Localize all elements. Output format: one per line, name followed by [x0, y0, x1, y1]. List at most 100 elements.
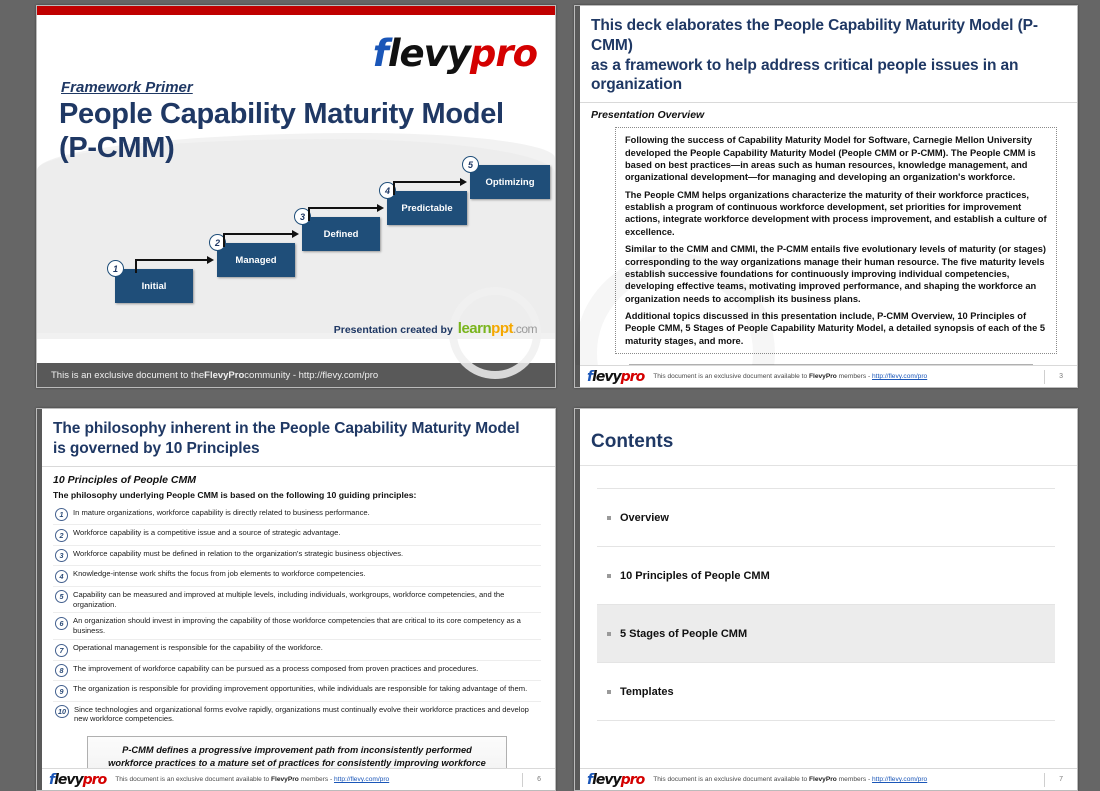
principle-number: 6: [55, 616, 68, 630]
logo-letter-f: f: [372, 32, 389, 75]
footer-mid: members -: [298, 776, 334, 783]
principle-number: 2: [55, 528, 68, 542]
list-item: 10 Since technologies and organizational…: [53, 702, 541, 728]
principle-text: Workforce capability is a competitive is…: [73, 528, 341, 538]
stage-box-5: Optimizing: [470, 165, 550, 199]
stage-label-4: Predictable: [401, 202, 453, 214]
slide3-footer: flevypro This document is an exclusive d…: [37, 768, 555, 790]
toc-item-label: Overview: [620, 511, 669, 524]
slide2-callout: Utilizing the P-CMM framework, an organi…: [629, 364, 1033, 365]
toc-item-templates[interactable]: Templates: [597, 662, 1055, 720]
footer-logo-pro: pro: [620, 771, 646, 788]
principle-text: In mature organizations, workforce capab…: [73, 507, 370, 517]
maturity-staircase-diagram: Initial 1 Managed 2 Defined 3 Predictabl…: [77, 155, 550, 320]
slide3-title-line1: The philosophy inherent in the People Ca…: [53, 420, 520, 437]
toc-item-label: 10 Principles of People CMM: [620, 569, 770, 582]
learnppt-dotcom: .com: [512, 322, 538, 336]
principle-number: 9: [55, 684, 68, 698]
overview-paragraph-1: Following the success of Capability Matu…: [625, 135, 1036, 183]
stage-box-1: Initial: [115, 269, 193, 303]
principle-text: The improvement of workforce capability …: [73, 663, 479, 673]
flevypro-logo-footer: flevypro: [587, 771, 646, 788]
slide2-title-line1: This deck elaborates the People Capabili…: [591, 17, 1038, 54]
principle-text: Since technologies and organizational fo…: [74, 704, 529, 724]
slide2-kicker: Presentation Overview: [591, 109, 705, 122]
toc-bottom-divider: [597, 720, 1055, 721]
footer-disclaimer: This document is an exclusive document a…: [653, 373, 1035, 380]
logo-text-pro: pro: [469, 32, 538, 75]
footer-link[interactable]: http://flevy.com/pro: [872, 776, 927, 783]
stage-number-text-1: 1: [112, 263, 118, 274]
flevypro-logo-footer: flevypro: [49, 771, 108, 788]
stage-label-2: Managed: [235, 254, 277, 266]
cover-footer-brand: FlevyPro: [204, 369, 245, 381]
created-by-credit: Presentation created by learnppt.com: [333, 320, 538, 337]
principles-list: 1 In mature organizations, workforce cap…: [53, 505, 541, 728]
created-by-text: Presentation created by: [333, 324, 453, 336]
overview-paragraph-4: Additional topics discussed in this pres…: [625, 310, 1045, 346]
slide3-title: The philosophy inherent in the People Ca…: [53, 419, 541, 459]
toc-item-five-stages[interactable]: 5 Stages of People CMM: [597, 604, 1055, 662]
slide-contents[interactable]: Contents Overview 10 Principles of Peopl…: [574, 408, 1078, 791]
flevypro-logo: flevypro: [372, 32, 538, 75]
logo-text-levy: levy: [387, 32, 471, 75]
footer-link[interactable]: http://flevy.com/pro: [872, 373, 927, 380]
principle-text: Capability can be measured and improved …: [73, 589, 505, 609]
footer-mid: members -: [836, 776, 872, 783]
cover-title-line1: People Capability Maturity Model: [59, 98, 504, 130]
table-of-contents: Overview 10 Principles of People CMM 5 S…: [575, 466, 1077, 721]
stage-number-text-5: 5: [467, 159, 473, 170]
slide2-title-line2: as a framework to help address critical …: [591, 56, 1019, 94]
square-bullet-icon: [607, 631, 611, 636]
stage-label-5: Optimizing: [485, 176, 535, 188]
slide-ten-principles[interactable]: The philosophy inherent in the People Ca…: [36, 408, 556, 791]
principle-text: Workforce capability must be defined in …: [73, 548, 404, 558]
principle-number: 5: [55, 590, 68, 604]
toc-item-label: 5 Stages of People CMM: [620, 627, 748, 640]
square-bullet-icon: [607, 515, 611, 520]
slide3-header: The philosophy inherent in the People Ca…: [37, 409, 555, 467]
footer-disclaimer: This document is an exclusive document a…: [115, 776, 513, 783]
stage-number-text-4: 4: [384, 185, 390, 196]
list-item: 5 Capability can be measured and improve…: [53, 587, 541, 614]
principle-number: 10: [55, 705, 69, 719]
square-bullet-icon: [607, 689, 611, 694]
footer-link[interactable]: http://flevy.com/pro: [334, 776, 389, 783]
list-item: 2 Workforce capability is a competitive …: [53, 525, 541, 546]
stage-box-4: Predictable: [387, 191, 467, 225]
stage-number-text-3: 3: [299, 211, 305, 222]
toc-item-ten-principles[interactable]: 10 Principles of People CMM: [597, 546, 1055, 604]
footer-logo-levy: levy: [592, 368, 622, 385]
toc-item-overview[interactable]: Overview: [597, 488, 1055, 546]
principle-text: Operational management is responsible fo…: [73, 643, 323, 653]
slide-deck-grid: flevypro Framework Primer People Capabil…: [0, 0, 1100, 791]
stage-label-1: Initial: [141, 280, 167, 292]
footer-mid: members -: [836, 373, 872, 380]
square-bullet-icon: [607, 573, 611, 578]
footer-pre: This document is an exclusive document a…: [653, 373, 809, 380]
list-item: 3 Workforce capability must be defined i…: [53, 546, 541, 567]
list-item: 6 An organization should invest in impro…: [53, 613, 541, 641]
principle-number: 8: [55, 664, 68, 678]
principle-text: The organization is responsible for prov…: [73, 684, 528, 694]
stage-label-3: Defined: [323, 228, 359, 240]
learnppt-logo: learnppt.com: [457, 320, 538, 337]
contents-page-title: Contents: [575, 409, 1077, 466]
stage-box-3: Defined: [302, 217, 380, 251]
slide2-footer: flevypro This document is an exclusive d…: [575, 365, 1077, 387]
footer-disclaimer: This document is an exclusive document a…: [653, 776, 1035, 783]
footer-logo-pro: pro: [82, 771, 108, 788]
overview-paragraph-2: The People CMM helps organizations chara…: [625, 189, 1047, 237]
slide3-body: 10 Principles of People CMM The philosop…: [37, 467, 555, 768]
stage-number-1: 1: [107, 260, 124, 277]
slide-cover[interactable]: flevypro Framework Primer People Capabil…: [36, 5, 556, 388]
stage-number-text-2: 2: [214, 237, 220, 248]
footer-brand: FlevyPro: [270, 776, 299, 783]
list-item: 9 The organization is responsible for pr…: [53, 681, 541, 702]
slide4-footer: flevypro This document is an exclusive d…: [575, 768, 1077, 790]
footer-logo-pro: pro: [620, 368, 646, 385]
list-item: 7 Operational management is responsible …: [53, 640, 541, 661]
stage-box-2: Managed: [217, 243, 295, 277]
slide-presentation-overview[interactable]: This deck elaborates the People Capabili…: [574, 5, 1078, 388]
learnppt-learn: learn: [457, 320, 492, 337]
